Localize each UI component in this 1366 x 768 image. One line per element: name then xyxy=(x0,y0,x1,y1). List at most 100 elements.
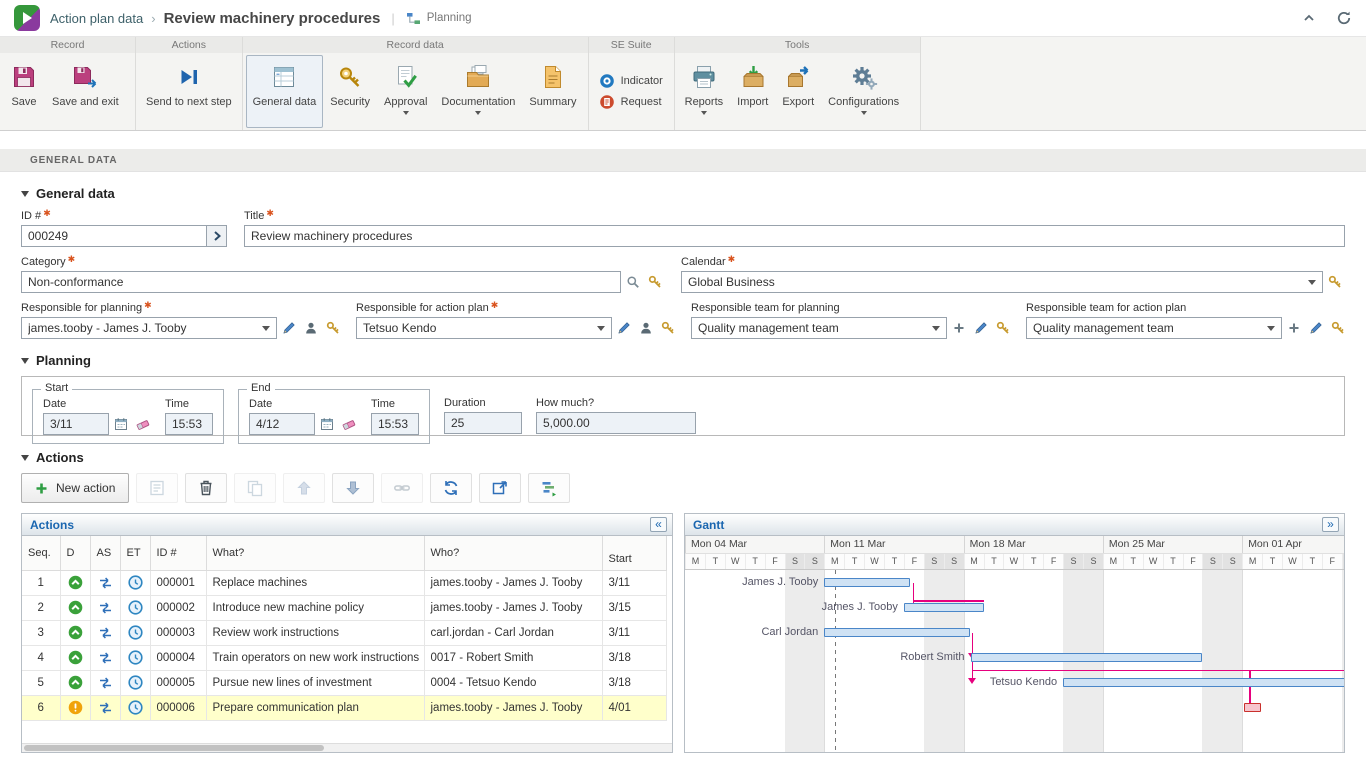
end-time-input[interactable] xyxy=(371,413,419,435)
reassign-button[interactable] xyxy=(430,473,472,503)
datasheet-button[interactable] xyxy=(136,473,178,503)
gantt-export-button[interactable] xyxy=(528,473,570,503)
cell-et xyxy=(120,670,150,695)
open-icon xyxy=(491,479,509,497)
action-row-6[interactable]: 6000006Prepare communication planjames.t… xyxy=(22,695,666,720)
category-security-button[interactable] xyxy=(645,272,665,292)
team-planning-security-button[interactable] xyxy=(993,318,1013,338)
general-data-button[interactable]: General data xyxy=(246,55,324,128)
resp-planning-security-button[interactable] xyxy=(323,318,343,338)
column-header-as[interactable]: AS xyxy=(90,536,120,570)
team-action-plan-security-button[interactable] xyxy=(1328,318,1348,338)
cell-what: Pursue new lines of investment xyxy=(206,670,424,695)
team-action-plan-add-button[interactable] xyxy=(1284,318,1304,338)
team-planning-select[interactable]: Quality management team xyxy=(691,317,947,339)
new-action-button[interactable]: New action xyxy=(21,473,129,503)
chevron-down-icon xyxy=(932,326,940,331)
start-date-calendar-button[interactable] xyxy=(111,414,131,434)
approval-button[interactable]: Approval xyxy=(377,55,434,128)
resp-planning-user-button[interactable] xyxy=(301,318,321,338)
save-and-exit-button[interactable]: Save and exit xyxy=(45,55,126,128)
category-search-button[interactable] xyxy=(623,272,643,292)
gantt-day-header: MTWTFSSMTWTFSSMTWTFSSMTWTFSSMTWTFSS xyxy=(685,554,1344,570)
summary-button[interactable]: Summary xyxy=(522,55,583,128)
duration-input[interactable] xyxy=(444,412,522,434)
general-data-section-header[interactable]: General data xyxy=(21,186,1345,201)
open-button[interactable] xyxy=(479,473,521,503)
horizontal-scrollbar[interactable] xyxy=(22,743,672,752)
gantt-bar[interactable] xyxy=(824,628,969,637)
calendar-select[interactable]: Global Business xyxy=(681,271,1323,293)
action-row-5[interactable]: 5000005Pursue new lines of investment000… xyxy=(22,670,666,695)
delete-button[interactable] xyxy=(185,473,227,503)
export-button[interactable]: Export xyxy=(775,55,821,128)
category-input[interactable] xyxy=(21,271,621,293)
section-bar: GENERAL DATA xyxy=(0,149,1366,172)
indicator-button[interactable]: Indicator xyxy=(599,73,663,89)
column-header-id[interactable]: ID # xyxy=(150,536,206,570)
breadcrumb[interactable]: Action plan data xyxy=(50,11,143,26)
resp-planning-select[interactable]: james.tooby - James J. Tooby xyxy=(21,317,277,339)
move-up-button[interactable] xyxy=(283,473,325,503)
reports-button[interactable]: Reports xyxy=(678,55,731,128)
team-action-plan-select[interactable]: Quality management team xyxy=(1026,317,1282,339)
move-down-button[interactable] xyxy=(332,473,374,503)
how-much-input[interactable] xyxy=(536,412,696,434)
end-date-clear-button[interactable] xyxy=(339,414,359,434)
start-date-input[interactable] xyxy=(43,413,109,435)
gantt-bar[interactable] xyxy=(824,578,910,587)
security-button[interactable]: Security xyxy=(323,55,377,128)
request-button[interactable]: Request xyxy=(599,94,662,110)
configurations-button[interactable]: Configurations xyxy=(821,55,906,128)
gantt-bar[interactable] xyxy=(1244,703,1261,712)
resp-action-plan-user-button[interactable] xyxy=(636,318,656,338)
id-input[interactable] xyxy=(21,225,207,247)
gantt-bar[interactable] xyxy=(904,603,985,612)
copy-button[interactable] xyxy=(234,473,276,503)
resp-action-plan-select[interactable]: Tetsuo Kendo xyxy=(356,317,612,339)
action-row-1[interactable]: 1000001Replace machinesjames.tooby - Jam… xyxy=(22,570,666,595)
title-input[interactable] xyxy=(244,225,1345,247)
scrollbar-thumb[interactable] xyxy=(24,745,324,751)
collapse-panel-button[interactable]: « xyxy=(650,517,667,532)
action-row-4[interactable]: 4000004Train operators on new work instr… xyxy=(22,645,666,670)
column-header-et[interactable]: ET xyxy=(120,536,150,570)
column-header-seq[interactable]: Seq. xyxy=(22,536,60,570)
column-header-who[interactable]: Who? xyxy=(424,536,602,570)
indicator-icon xyxy=(599,73,615,89)
expand-panel-button[interactable]: » xyxy=(1322,517,1339,532)
form-row-1: ID #✱ Title✱ xyxy=(21,209,1345,247)
action-row-3[interactable]: 3000003Review work instructionscarl.jord… xyxy=(22,620,666,645)
actions-section-header[interactable]: Actions xyxy=(21,450,1345,465)
start-date-clear-button[interactable] xyxy=(133,414,153,434)
calendar-security-button[interactable] xyxy=(1325,272,1345,292)
column-header-d[interactable]: D xyxy=(60,536,90,570)
link-button[interactable] xyxy=(381,473,423,503)
save-button[interactable]: Save xyxy=(3,55,45,128)
resp-action-plan-security-button[interactable] xyxy=(658,318,678,338)
gantt-bar[interactable] xyxy=(971,653,1203,662)
id-next-button[interactable] xyxy=(207,225,227,247)
collapse-ribbon-button[interactable] xyxy=(1302,11,1316,25)
start-time-input[interactable] xyxy=(165,413,213,435)
gantt-bar[interactable] xyxy=(1063,678,1344,687)
gantt-day-label: W xyxy=(864,554,884,570)
resp-planning-edit-button[interactable] xyxy=(279,318,299,338)
refresh-button[interactable] xyxy=(1336,10,1352,26)
team-planning-add-button[interactable] xyxy=(949,318,969,338)
documentation-button[interactable]: Documentation xyxy=(434,55,522,128)
team-planning-edit-button[interactable] xyxy=(971,318,991,338)
send-to-next-step-button[interactable]: Send to next step xyxy=(139,55,239,128)
import-button[interactable]: Import xyxy=(730,55,775,128)
planning-section-header[interactable]: Planning xyxy=(21,353,1345,368)
action-row-2[interactable]: 2000002Introduce new machine policyjames… xyxy=(22,595,666,620)
column-header-what[interactable]: What? xyxy=(206,536,424,570)
actions-table-wrap: Seq.DASETID #What?Who?Start 1000001Repla… xyxy=(22,536,672,743)
end-date-input[interactable] xyxy=(249,413,315,435)
resp-action-plan-edit-button[interactable] xyxy=(614,318,634,338)
column-header-start[interactable]: Start xyxy=(602,536,666,570)
end-date-calendar-button[interactable] xyxy=(317,414,337,434)
team-action-plan-edit-button[interactable] xyxy=(1306,318,1326,338)
gantt-day-label: T xyxy=(1302,554,1322,570)
delete-icon xyxy=(197,479,215,497)
